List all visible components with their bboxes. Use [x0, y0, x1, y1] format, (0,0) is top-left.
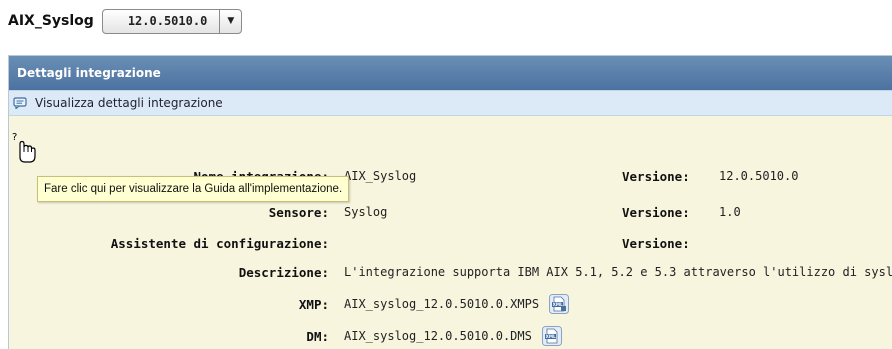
- xmp-value: AIX_syslog_12.0.5010.0.XMPS: [344, 297, 540, 311]
- description-value: L'integrazione supporta IBM AIX 5.1, 5.2…: [344, 265, 892, 279]
- sensor-version-label: Versione:: [622, 204, 690, 220]
- chat-bubble-icon: [13, 97, 27, 109]
- description-row: Descrizione: L'integrazione supporta IBM…: [9, 262, 892, 282]
- sensor-row: Sensore: Syslog Versione: 1.0: [9, 202, 892, 222]
- wizard-row: Assistente di configurazione: Versione:: [9, 233, 892, 253]
- version-dropdown-value: 12.0.5010.0: [127, 14, 208, 28]
- dm-row: DM: AIX_syslog_12.0.5010.0.DMS XML: [9, 326, 892, 346]
- xml-file-icon[interactable]: XML: [541, 326, 562, 346]
- wizard-label: Assistente di configurazione:: [110, 235, 329, 251]
- integration-name-value: AIX_Syslog: [344, 169, 417, 183]
- page-title: AIX_Syslog: [8, 13, 94, 29]
- dm-value: AIX_syslog_12.0.5010.0.DMS: [344, 329, 532, 343]
- integration-version-label: Versione:: [622, 168, 690, 184]
- xmp-row: XMP: AIX_syslog_12.0.5010.0.XMPS XML: [9, 294, 892, 314]
- integration-version-value: 12.0.5010.0: [719, 169, 799, 183]
- chevron-down-icon[interactable]: ▼: [219, 9, 241, 33]
- panel-header: Dettagli integrazione: [9, 56, 892, 90]
- details-body: ? Fare clic qui per visualizzare la Guid…: [9, 116, 892, 349]
- wizard-version-label: Versione:: [622, 235, 690, 251]
- view-details-bar[interactable]: Visualizza dettagli integrazione: [9, 90, 892, 116]
- xmp-label: XMP:: [298, 296, 329, 312]
- sensor-label: Sensore:: [268, 204, 329, 220]
- integration-details-panel: Dettagli integrazione Visualizza dettagl…: [8, 55, 892, 349]
- help-hand-cursor-icon[interactable]: ?: [11, 130, 37, 164]
- dm-label: DM:: [306, 328, 329, 344]
- version-dropdown[interactable]: 12.0.5010.0 ▼: [101, 8, 243, 34]
- svg-text:?: ?: [12, 132, 17, 143]
- view-details-label: Visualizza dettagli integrazione: [35, 96, 223, 110]
- sensor-value: Syslog: [344, 205, 388, 219]
- xml-file-icon[interactable]: XML: [549, 294, 570, 314]
- sensor-version-value: 1.0: [719, 205, 741, 219]
- description-label: Descrizione:: [238, 264, 329, 280]
- title-bar: AIX_Syslog 12.0.5010.0 ▼: [8, 6, 243, 36]
- panel-title: Dettagli integrazione: [17, 66, 161, 80]
- help-tooltip: Fare clic qui per visualizzare la Guida …: [37, 176, 350, 202]
- svg-text:XML: XML: [545, 334, 555, 339]
